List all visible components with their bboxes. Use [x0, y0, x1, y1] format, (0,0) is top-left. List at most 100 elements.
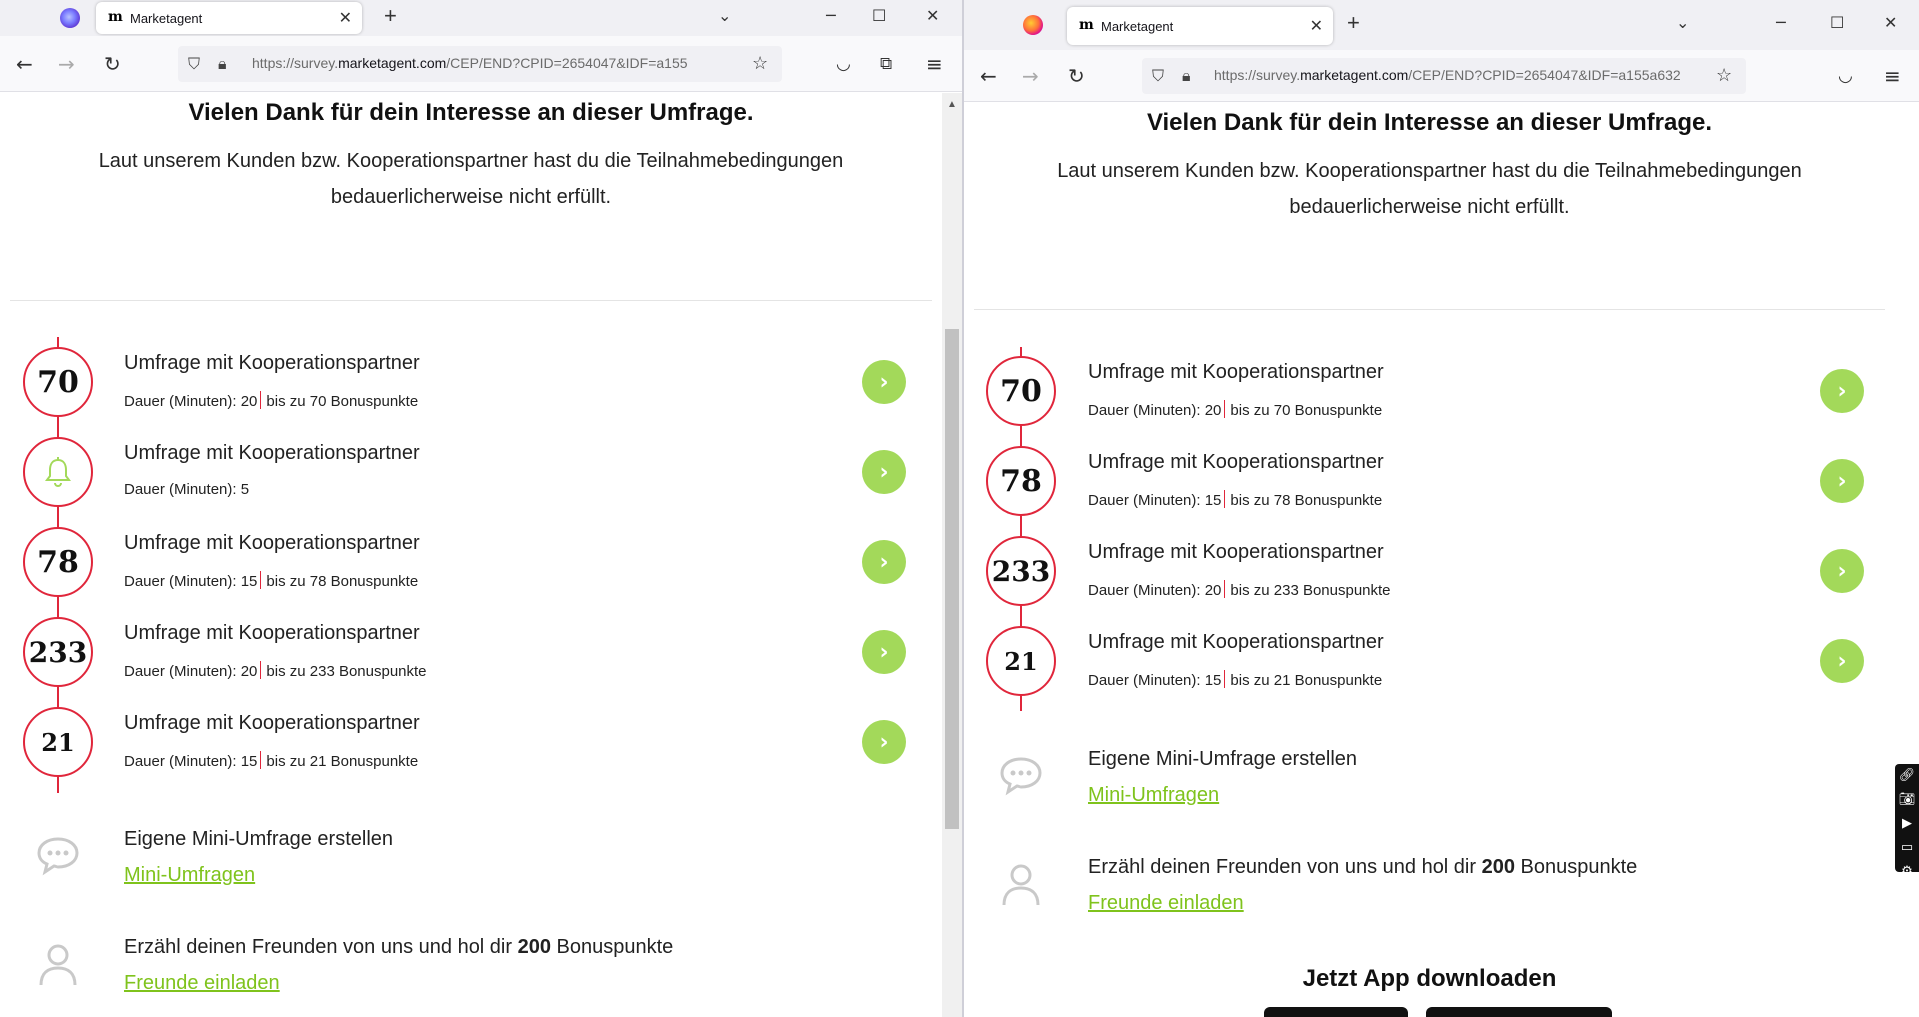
- user-icon: [33, 939, 83, 989]
- tab-close-icon[interactable]: ✕: [1310, 16, 1323, 36]
- survey-title[interactable]: Umfrage mit Kooperationspartner: [124, 352, 420, 375]
- tab-close-icon[interactable]: ✕: [339, 8, 352, 28]
- tracking-shield-icon[interactable]: ⛉: [188, 54, 200, 74]
- menu-icon[interactable]: ≡: [1884, 64, 1901, 88]
- scrollbar-thumb[interactable]: [945, 329, 959, 829]
- pocket-icon[interactable]: ◡: [1838, 66, 1853, 86]
- new-tab-button[interactable]: +: [384, 3, 397, 29]
- tab-strip: m Marketagent ✕ + ⌄ ─ ☐ ✕: [0, 0, 962, 36]
- forward-button[interactable]: →: [1022, 64, 1039, 88]
- menu-icon[interactable]: ≡: [926, 52, 943, 76]
- page-subline: Laut unserem Kunden bzw. Kooperationspar…: [1057, 160, 1802, 218]
- window-icon[interactable]: ▭: [1895, 836, 1919, 860]
- start-survey-button[interactable]: ›: [1820, 459, 1864, 503]
- survey-title[interactable]: Umfrage mit Kooperationspartner: [124, 622, 420, 645]
- minimize-button[interactable]: ─: [826, 6, 836, 25]
- survey-meta: Dauer (Minuten): 15 bis zu 21 Bonuspunkte: [1088, 670, 1383, 689]
- survey-meta: Dauer (Minuten): 20 bis zu 233 Bonuspunkt…: [1088, 580, 1391, 599]
- reload-button[interactable]: ↻: [1068, 64, 1085, 88]
- bonus-points-badge: 21: [986, 626, 1056, 696]
- bonus-points-badge: 78: [986, 446, 1056, 516]
- bonus-points-badge: 70: [23, 347, 93, 417]
- extensions-icon[interactable]: ⧉: [880, 54, 892, 74]
- invite-title: Erzähl deinen Freunden von uns und hol d…: [124, 936, 674, 958]
- pocket-icon[interactable]: ◡: [836, 54, 851, 74]
- video-icon[interactable]: ▶: [1895, 812, 1919, 836]
- scroll-up-arrow-icon[interactable]: ▲: [942, 99, 962, 110]
- close-window-button[interactable]: ✕: [1884, 13, 1897, 32]
- meta-separator: [1224, 400, 1226, 418]
- start-survey-button[interactable]: ›: [862, 360, 906, 404]
- lock-icon[interactable]: 🔒︎: [218, 54, 227, 74]
- meta-separator: [1224, 580, 1226, 598]
- google-play-button[interactable]: [1426, 1007, 1612, 1017]
- tab-list-chevron-icon[interactable]: ⌄: [718, 6, 731, 25]
- navigation-bar: ← → ↻ ⛉ 🔒︎ https://survey.marketagent.co…: [964, 50, 1919, 102]
- survey-meta: Dauer (Minuten): 15 bis zu 78 Bonuspunkte: [1088, 490, 1383, 509]
- bonus-points-badge: 78: [23, 527, 93, 597]
- close-window-button[interactable]: ✕: [926, 6, 939, 25]
- bookmark-star-icon[interactable]: ☆: [1716, 65, 1732, 86]
- url-bar[interactable]: ⛉ 🔒︎ https://survey.marketagent.com/CEP/…: [178, 45, 782, 82]
- start-survey-button[interactable]: ›: [1820, 639, 1864, 683]
- meta-separator: [260, 391, 262, 409]
- start-survey-button[interactable]: ›: [1820, 369, 1864, 413]
- maximize-button[interactable]: ☐: [872, 6, 886, 25]
- bookmark-star-icon[interactable]: ☆: [752, 53, 768, 74]
- survey-meta: Dauer (Minuten): 15 bis zu 78 Bonuspunkte: [124, 571, 419, 590]
- navigation-bar: ← → ↻ ⛉ 🔒︎ https://survey.marketagent.co…: [0, 36, 962, 92]
- start-survey-button[interactable]: ›: [862, 630, 906, 674]
- right-browser-window: m Marketagent ✕ + ⌄ ─ ☐ ✕ ← → ↻ ⛉ 🔒︎ htt…: [963, 0, 1919, 1017]
- start-survey-button[interactable]: ›: [862, 720, 906, 764]
- url-text[interactable]: https://survey.marketagent.com/CEP/END?C…: [252, 55, 732, 71]
- maximize-button[interactable]: ☐: [1830, 13, 1844, 32]
- tab-marketagent[interactable]: m Marketagent ✕: [96, 2, 362, 34]
- start-survey-button[interactable]: ›: [862, 450, 906, 494]
- tab-strip: m Marketagent ✕ + ⌄ ─ ☐ ✕: [964, 0, 1919, 50]
- survey-title[interactable]: Umfrage mit Kooperationspartner: [124, 532, 420, 555]
- page-headline: Vielen Dank für dein Interesse an dieser…: [1146, 109, 1713, 136]
- firefox-icon[interactable]: [60, 8, 80, 28]
- survey-title[interactable]: Umfrage mit Kooperationspartner: [1088, 451, 1384, 474]
- back-button[interactable]: ←: [16, 52, 33, 76]
- survey-title[interactable]: Umfrage mit Kooperationspartner: [1088, 541, 1384, 564]
- survey-title[interactable]: Umfrage mit Kooperationspartner: [1088, 631, 1384, 654]
- content-divider: [10, 300, 932, 301]
- tab-list-chevron-icon[interactable]: ⌄: [1676, 13, 1689, 32]
- back-button[interactable]: ←: [980, 64, 997, 88]
- tab-title: Marketagent: [1101, 19, 1174, 34]
- screen-capture-toolbar: 🔗︎ 📷︎ ▶ ▭ ⚙: [1895, 764, 1919, 879]
- survey-title[interactable]: Umfrage mit Kooperationspartner: [124, 442, 420, 465]
- toolbar-link-icon[interactable]: 🔗︎: [1895, 764, 1919, 788]
- bonus-points-badge: 233: [23, 617, 93, 687]
- url-text[interactable]: https://survey.marketagent.com/CEP/END?C…: [1214, 67, 1700, 83]
- left-browser-window: m Marketagent ✕ + ⌄ ─ ☐ ✕ ← → ↻ ⛉ 🔒︎ htt…: [0, 0, 963, 1017]
- marketagent-favicon-icon: m: [1079, 17, 1094, 33]
- new-tab-button[interactable]: +: [1347, 10, 1360, 36]
- mini-survey-link[interactable]: Mini-Umfragen: [124, 864, 255, 887]
- lock-icon[interactable]: 🔒︎: [1182, 66, 1191, 86]
- app-store-button[interactable]: [1264, 1007, 1408, 1017]
- survey-title[interactable]: Umfrage mit Kooperationspartner: [1088, 361, 1384, 384]
- page-scrollbar[interactable]: ▲: [942, 93, 962, 1017]
- mini-survey-link[interactable]: Mini-Umfragen: [1088, 784, 1219, 807]
- start-survey-button[interactable]: ›: [1820, 549, 1864, 593]
- tracking-shield-icon[interactable]: ⛉: [1152, 66, 1164, 86]
- start-survey-button[interactable]: ›: [862, 540, 906, 584]
- survey-title[interactable]: Umfrage mit Kooperationspartner: [124, 712, 420, 735]
- forward-button[interactable]: →: [58, 52, 75, 76]
- survey-meta: Dauer (Minuten): 5: [124, 481, 250, 498]
- camera-icon[interactable]: 📷︎: [1895, 788, 1919, 812]
- tab-marketagent[interactable]: m Marketagent ✕: [1067, 7, 1333, 45]
- invite-friends-link[interactable]: Freunde einladen: [1088, 892, 1244, 915]
- bell-icon: [45, 457, 71, 488]
- meta-separator: [1224, 490, 1226, 508]
- firefox-icon[interactable]: [1023, 15, 1043, 35]
- page-subline: Laut unserem Kunden bzw. Kooperationspar…: [98, 150, 844, 208]
- url-bar[interactable]: ⛉ 🔒︎ https://survey.marketagent.com/CEP/…: [1142, 57, 1746, 94]
- minimize-button[interactable]: ─: [1776, 13, 1786, 32]
- settings-gear-icon[interactable]: ⚙: [1895, 860, 1919, 884]
- invite-friends-link[interactable]: Freunde einladen: [124, 972, 280, 995]
- reload-button[interactable]: ↻: [104, 52, 121, 76]
- bonus-points-badge: 233: [986, 536, 1056, 606]
